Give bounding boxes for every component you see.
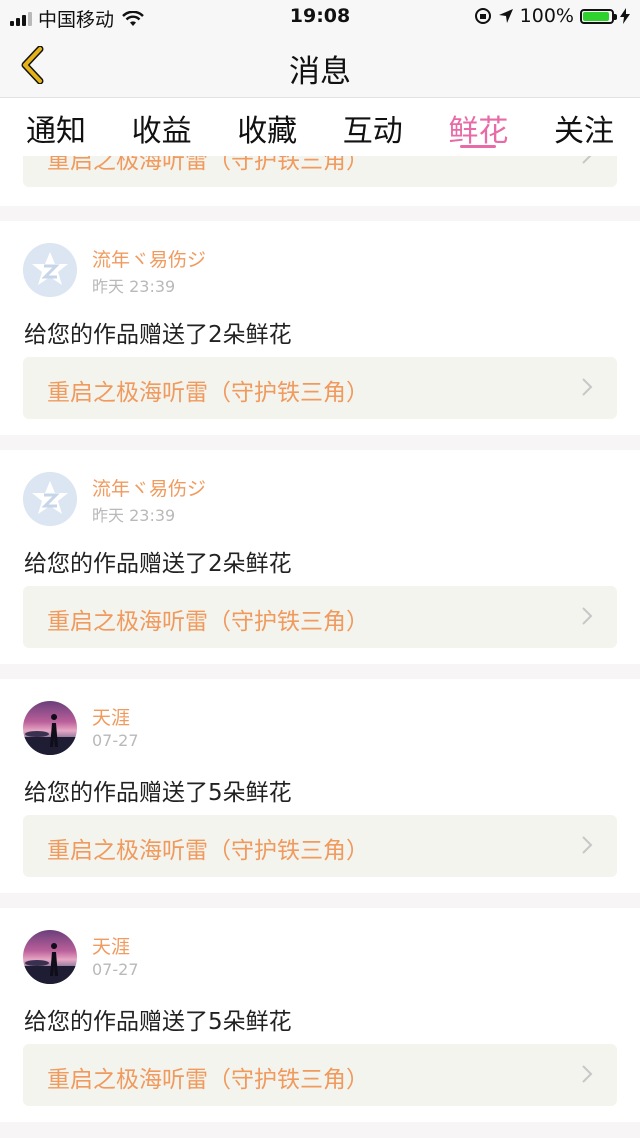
location-arrow-icon	[498, 9, 513, 23]
list-item: 天涯 07-27 给您的作品赠送了5朵鲜花 重启之极海听雷（守护铁三角）	[0, 908, 640, 1122]
tab-interactions[interactable]: 互动	[343, 98, 403, 156]
avatar[interactable]	[23, 472, 77, 526]
message-text: 给您的作品赠送了5朵鲜花	[24, 780, 292, 806]
message-list[interactable]: 重启之极海听雷（守护铁三角） 流年ヾ易伤ジ 昨天 23:39 给您的作品赠送了2…	[0, 156, 640, 1138]
timestamp: 昨天 23:39	[92, 506, 176, 525]
orientation-lock-icon	[474, 8, 491, 24]
user-photo-icon	[23, 943, 77, 984]
charging-bolt-icon	[620, 8, 630, 24]
divider	[0, 664, 640, 679]
chevron-left-icon	[21, 46, 44, 84]
avatar[interactable]	[23, 930, 77, 984]
work-title: 重启之极海听雷（守护铁三角）	[47, 838, 369, 864]
chevron-right-icon	[582, 836, 593, 854]
tab-favorites[interactable]: 收藏	[237, 98, 297, 156]
avatar[interactable]	[23, 243, 77, 297]
tab-bar: 通知 收益 收藏 互动 鲜花 关注	[0, 98, 640, 156]
default-avatar-icon	[23, 472, 77, 526]
work-link[interactable]: 重启之极海听雷（守护铁三角）	[23, 815, 617, 877]
chevron-right-icon	[582, 378, 593, 396]
timestamp: 07-27	[92, 960, 139, 979]
chevron-right-icon	[582, 607, 593, 625]
tab-following[interactable]: 关注	[554, 98, 614, 156]
work-title: 重启之极海听雷（守护铁三角）	[47, 1067, 369, 1093]
divider	[0, 435, 640, 450]
divider	[0, 1122, 640, 1137]
tab-earnings[interactable]: 收益	[132, 98, 192, 156]
user-name[interactable]: 天涯	[92, 703, 130, 730]
work-link[interactable]: 重启之极海听雷（守护铁三角）	[23, 357, 617, 419]
chevron-right-icon	[582, 156, 592, 164]
message-text: 给您的作品赠送了2朵鲜花	[24, 551, 292, 577]
work-title: 重启之极海听雷（守护铁三角）	[47, 380, 369, 406]
work-link[interactable]: 重启之极海听雷（守护铁三角）	[23, 586, 617, 648]
message-text: 给您的作品赠送了2朵鲜花	[24, 322, 292, 348]
user-name[interactable]: 流年ヾ易伤ジ	[92, 245, 206, 272]
battery-fill	[583, 11, 609, 21]
battery-icon	[580, 8, 617, 24]
work-link[interactable]: 重启之极海听雷（守护铁三角）	[23, 156, 617, 187]
tab-flowers[interactable]: 鲜花	[448, 98, 508, 156]
timestamp: 07-27	[92, 731, 139, 750]
user-photo-icon	[23, 714, 77, 755]
status-right: 100%	[474, 5, 630, 27]
user-name[interactable]: 流年ヾ易伤ジ	[92, 474, 206, 501]
divider	[0, 206, 640, 221]
work-link[interactable]: 重启之极海听雷（守护铁三角）	[23, 1044, 617, 1106]
work-title: 重启之极海听雷（守护铁三角）	[47, 609, 369, 635]
work-title: 重启之极海听雷（守护铁三角）	[47, 156, 369, 174]
back-button[interactable]	[10, 42, 54, 88]
message-text: 给您的作品赠送了5朵鲜花	[24, 1009, 292, 1035]
status-bar: 中国移动 19:08 100%	[0, 0, 640, 32]
list-item: 流年ヾ易伤ジ 昨天 23:39 给您的作品赠送了2朵鲜花 重启之极海听雷（守护铁…	[0, 450, 640, 664]
user-name[interactable]: 天涯	[92, 932, 130, 959]
page-title: 消息	[289, 54, 351, 90]
chevron-right-icon	[582, 1065, 593, 1083]
divider	[0, 893, 640, 908]
timestamp: 昨天 23:39	[92, 277, 176, 296]
list-item: 流年ヾ易伤ジ 昨天 23:39 给您的作品赠送了2朵鲜花 重启之极海听雷（守护铁…	[0, 221, 640, 435]
list-item: 重启之极海听雷（守护铁三角）	[0, 156, 640, 206]
battery-percent: 100%	[519, 5, 574, 27]
default-avatar-icon	[23, 243, 77, 297]
avatar[interactable]	[23, 701, 77, 755]
nav-bar: 消息	[0, 32, 640, 98]
tab-notifications[interactable]: 通知	[26, 98, 86, 156]
list-item: 天涯 07-27 给您的作品赠送了5朵鲜花 重启之极海听雷（守护铁三角）	[0, 679, 640, 893]
